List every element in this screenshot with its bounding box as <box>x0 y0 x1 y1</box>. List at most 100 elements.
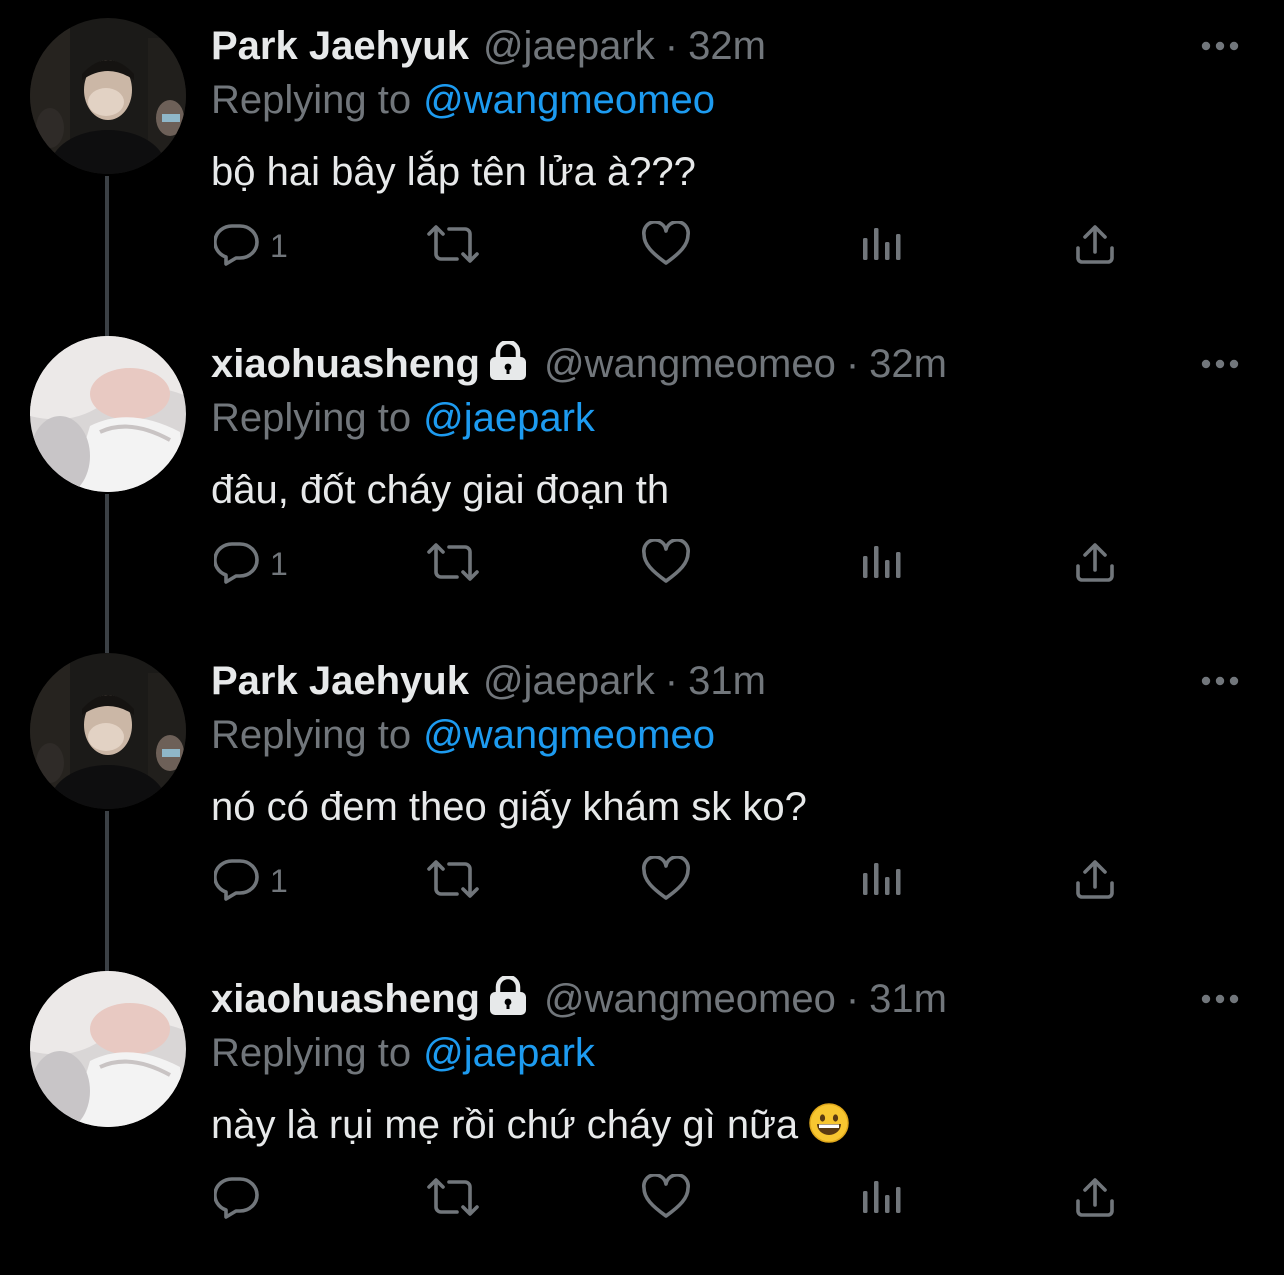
retweet-button[interactable] <box>425 1169 481 1229</box>
display-name[interactable]: xiaohuasheng <box>211 342 480 386</box>
share-icon <box>1073 857 1117 906</box>
replying-to: Replying to @wangmeomeo <box>211 74 715 126</box>
reply-button[interactable] <box>213 1169 270 1229</box>
tweet-text-container: đâu, đốt cháy giai đoạn th <box>211 462 669 518</box>
tweet-text: nó có đem theo giấy khám sk ko? <box>211 785 807 829</box>
tweet[interactable]: xiaohuasheng @wangmeomeo · 32m Replying to… <box>0 318 1284 636</box>
replying-to-label: Replying to <box>211 713 412 757</box>
avatar[interactable] <box>30 18 186 174</box>
tweet-actions <box>0 1169 1284 1229</box>
avatar[interactable] <box>30 653 186 809</box>
reply-icon <box>213 540 260 589</box>
retweet-icon <box>425 222 481 271</box>
like-icon <box>640 854 692 907</box>
analytics-icon <box>860 1179 904 1220</box>
reply-count: 1 <box>270 862 288 899</box>
mention-link[interactable]: @jaepark <box>423 1031 595 1075</box>
thread-connector <box>105 635 109 653</box>
reply-button[interactable]: 1 <box>213 851 288 911</box>
replying-to: Replying to @wangmeomeo <box>211 709 715 761</box>
share-button[interactable] <box>1073 851 1117 911</box>
like-icon <box>640 1172 692 1225</box>
tweet[interactable]: Park Jaehyuk @jaepark · 31m Replying to @wan… <box>0 635 1284 953</box>
tweet-header: Park Jaehyuk @jaepark · 32m <box>211 18 766 74</box>
username[interactable]: @jaepark <box>483 24 655 68</box>
more-icon[interactable] <box>1198 671 1242 691</box>
reply-icon <box>213 222 260 271</box>
thread-connector <box>105 953 109 971</box>
timestamp[interactable]: 32m <box>869 342 947 386</box>
more-icon[interactable] <box>1198 36 1242 56</box>
retweet-icon <box>425 1175 481 1224</box>
analytics-button[interactable] <box>860 1169 904 1229</box>
retweet-icon <box>425 540 481 589</box>
replying-to-label: Replying to <box>211 78 412 122</box>
mention-link[interactable]: @wangmeomeo <box>423 78 715 122</box>
separator-dot: · <box>664 659 679 703</box>
analytics-button[interactable] <box>860 851 904 911</box>
display-name[interactable]: Park Jaehyuk <box>211 24 469 68</box>
separator-dot: · <box>664 24 679 68</box>
reply-count: 1 <box>270 227 288 264</box>
like-button[interactable] <box>640 851 692 911</box>
analytics-button[interactable] <box>860 534 904 594</box>
timestamp[interactable]: 31m <box>869 977 947 1021</box>
reply-button[interactable]: 1 <box>213 216 288 276</box>
more-icon[interactable] <box>1198 354 1242 374</box>
reply-icon <box>213 857 260 906</box>
retweet-button[interactable] <box>425 216 481 276</box>
tweet-actions: 1 <box>0 534 1284 594</box>
replying-to: Replying to @jaepark <box>211 392 595 444</box>
display-name[interactable]: Park Jaehyuk <box>211 659 469 703</box>
like-button[interactable] <box>640 216 692 276</box>
more-icon[interactable] <box>1198 989 1242 1009</box>
username[interactable]: @jaepark <box>483 659 655 703</box>
share-icon <box>1073 540 1117 589</box>
avatar[interactable] <box>30 971 186 1127</box>
tweet-header: xiaohuasheng @wangmeomeo · 32m <box>211 336 947 392</box>
share-button[interactable] <box>1073 216 1117 276</box>
tweet-actions: 1 <box>0 216 1284 276</box>
tweet-actions: 1 <box>0 851 1284 911</box>
thread-connector <box>105 318 109 336</box>
share-icon <box>1073 222 1117 271</box>
separator-dot: · <box>845 977 860 1021</box>
display-name[interactable]: xiaohuasheng <box>211 977 480 1021</box>
like-button[interactable] <box>640 1169 692 1229</box>
reply-button[interactable]: 1 <box>213 534 288 594</box>
tweet-text-container: này là rụi mẹ rồi chứ cháy gì nữa <box>211 1097 850 1159</box>
timestamp[interactable]: 31m <box>688 659 766 703</box>
timestamp[interactable]: 32m <box>688 24 766 68</box>
replying-to-label: Replying to <box>211 1031 412 1075</box>
grinning-face-emoji <box>808 1102 850 1159</box>
tweet-header: Park Jaehyuk @jaepark · 31m <box>211 653 766 709</box>
like-button[interactable] <box>640 534 692 594</box>
share-icon <box>1073 1175 1117 1224</box>
analytics-icon <box>860 544 904 585</box>
username[interactable]: @wangmeomeo <box>544 342 836 386</box>
lock-icon <box>486 339 530 396</box>
username[interactable]: @wangmeomeo <box>544 977 836 1021</box>
tweet-text-container: bộ hai bây lắp tên lửa à??? <box>211 144 696 200</box>
tweet-text: bộ hai bây lắp tên lửa à??? <box>211 150 696 194</box>
replying-to: Replying to @jaepark <box>211 1027 595 1079</box>
retweet-button[interactable] <box>425 851 481 911</box>
tweet-text-container: nó có đem theo giấy khám sk ko? <box>211 779 807 835</box>
mention-link[interactable]: @wangmeomeo <box>423 713 715 757</box>
analytics-icon <box>860 861 904 902</box>
tweet-text: đâu, đốt cháy giai đoạn th <box>211 468 670 512</box>
share-button[interactable] <box>1073 534 1117 594</box>
lock-icon <box>486 974 530 1031</box>
share-button[interactable] <box>1073 1169 1117 1229</box>
reply-count: 1 <box>270 545 288 582</box>
analytics-button[interactable] <box>860 216 904 276</box>
tweet-header: xiaohuasheng @wangmeomeo · 31m <box>211 971 947 1027</box>
replying-to-label: Replying to <box>211 396 412 440</box>
like-icon <box>640 219 692 272</box>
analytics-icon <box>860 226 904 267</box>
tweet[interactable]: Park Jaehyuk @jaepark · 32m Replying to @wan… <box>0 0 1284 318</box>
retweet-button[interactable] <box>425 534 481 594</box>
mention-link[interactable]: @jaepark <box>423 396 595 440</box>
tweet[interactable]: xiaohuasheng @wangmeomeo · 31m Replying to… <box>0 953 1284 1271</box>
avatar[interactable] <box>30 336 186 492</box>
